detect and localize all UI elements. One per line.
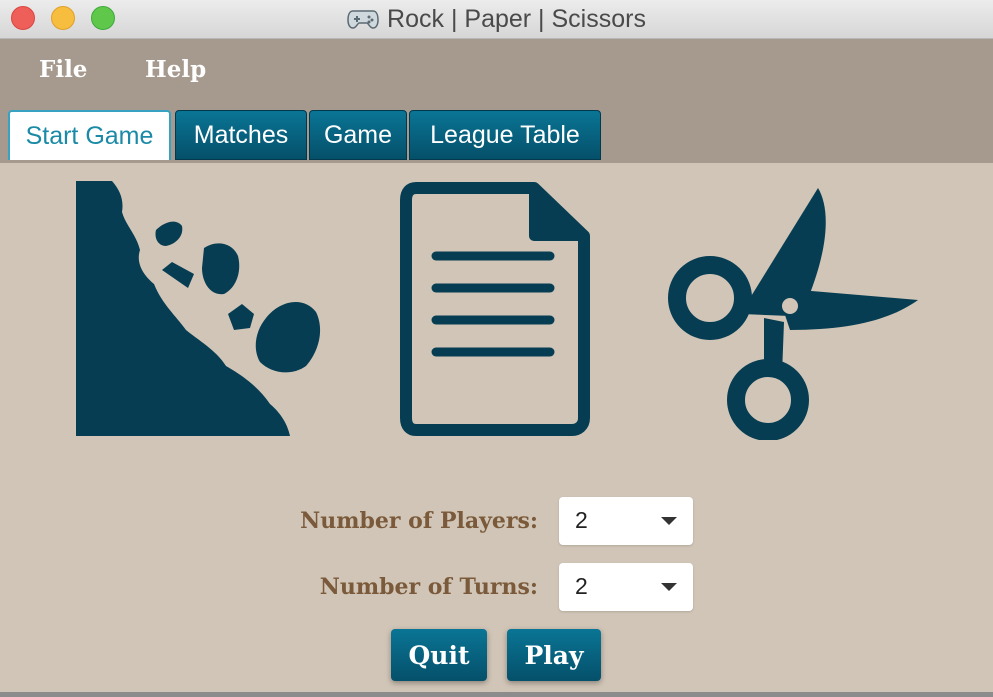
quit-button[interactable]: Quit (391, 629, 487, 681)
rock-icon (76, 181, 321, 436)
title-bar: Rock | Paper | Scissors (0, 0, 993, 39)
turns-label: Number of Turns: (319, 574, 538, 600)
menu-help[interactable]: Help (145, 56, 206, 83)
players-select[interactable]: 2 (559, 497, 693, 545)
turns-value: 2 (575, 573, 588, 599)
tab-game[interactable]: Game (309, 110, 407, 160)
window-title-text: Rock | Paper | Scissors (387, 4, 646, 33)
menu-file[interactable]: File (39, 56, 87, 83)
play-button[interactable]: Play (507, 629, 601, 681)
tab-league-table[interactable]: League Table (409, 110, 601, 160)
chevron-down-icon (661, 517, 677, 525)
tab-matches[interactable]: Matches (175, 110, 307, 160)
window-bottom-edge (0, 692, 993, 697)
scissors-icon (668, 188, 918, 440)
turns-select[interactable]: 2 (559, 563, 693, 611)
players-label: Number of Players: (300, 508, 538, 534)
players-value: 2 (575, 507, 588, 533)
tab-start-game[interactable]: Start Game (8, 110, 171, 160)
window-title: Rock | Paper | Scissors (0, 0, 993, 38)
gamepad-icon (347, 10, 379, 29)
paper-icon (400, 182, 590, 436)
chevron-down-icon (661, 583, 677, 591)
